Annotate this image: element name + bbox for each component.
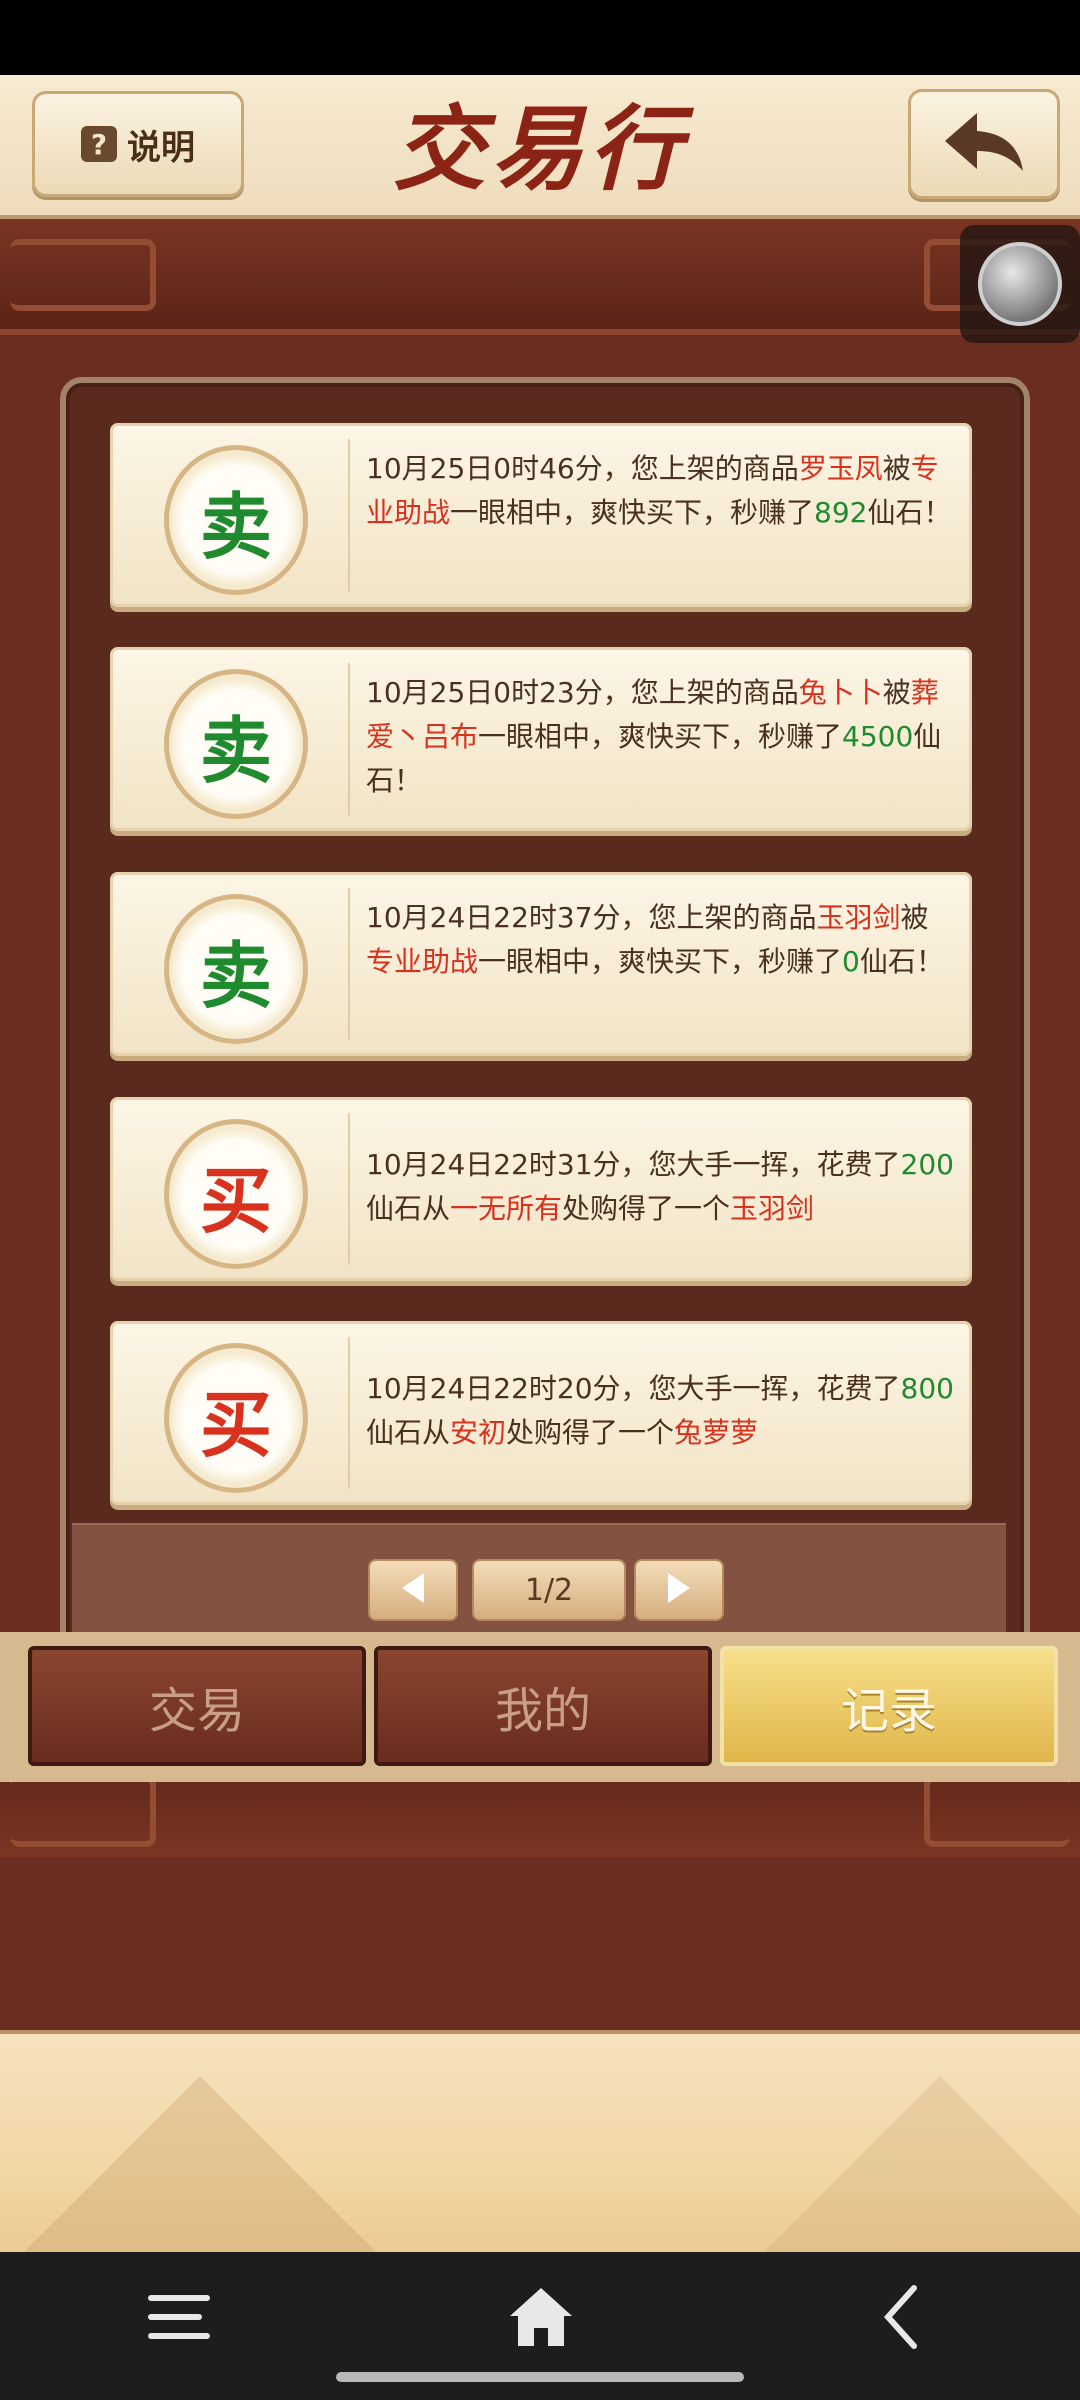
gesture-pill[interactable] — [336, 2372, 744, 2382]
frame-ornament-left — [10, 1775, 156, 1847]
record-card: 卖 10月25日0时23分，您上架的商品兔卜卜被葬爱丶吕布一眼相中，爽快买下，秒赚… — [110, 647, 972, 831]
assistant-ball-icon — [978, 242, 1062, 326]
record-text: 10月25日0时23分，您上架的商品 — [366, 676, 799, 709]
record-highlight-name: 玉羽剑 — [730, 1192, 815, 1225]
record-text: 10月24日22时37分，您上架的商品 — [366, 901, 817, 934]
sell-seal-icon: 卖 — [164, 894, 308, 1044]
record-highlight-amount: 892 — [814, 496, 868, 529]
record-text: 一眼相中，爽快买下，秒赚了 — [478, 720, 843, 753]
nav-menu-button[interactable] — [124, 2274, 234, 2364]
page-indicator: 1/2 — [472, 1559, 626, 1621]
record-highlight-name: 兔卜卜 — [798, 676, 883, 709]
record-card: 买 10月24日22时20分，您大手一挥，花费了800 仙石从安初处购得了一个兔萝萝 — [110, 1321, 972, 1505]
tab-record[interactable]: 记录 — [720, 1646, 1058, 1766]
record-highlight-name: 玉羽剑 — [816, 901, 901, 934]
record-highlight-name: 专业助战 — [366, 945, 479, 978]
buy-seal-icon: 买 — [164, 1119, 308, 1269]
record-list-panel: 卖 10月25日0时46分，您上架的商品罗玉凤被专业助战一眼相中，爽快买下，秒赚了… — [60, 377, 1030, 1707]
tab-trade[interactable]: 交易 — [28, 1646, 366, 1766]
mountain-decoration — [760, 2076, 1080, 2256]
tab-mine[interactable]: 我的 — [374, 1646, 712, 1766]
record-text: 仙石从 — [366, 1192, 451, 1225]
record-card: 买 10月24日22时31分，您大手一挥，花费了200 仙石从一无所有处购得了一个玉… — [110, 1097, 972, 1281]
frame-ornament-left — [10, 239, 156, 311]
record-divider — [348, 1337, 350, 1489]
record-message: 10月25日0时23分，您上架的商品兔卜卜被葬爱丶吕布一眼相中，爽快买下，秒赚了… — [366, 671, 956, 803]
record-card: 卖 10月24日22时37分，您上架的商品玉羽剑被专业助战一眼相中，爽快买下，秒赚… — [110, 872, 972, 1056]
home-icon — [506, 2284, 576, 2354]
record-highlight-amount: 4500 — [842, 720, 914, 753]
record-text: 处购得了一个 — [506, 1416, 675, 1449]
status-bar — [0, 0, 1080, 75]
record-text: 被 — [882, 452, 911, 485]
record-highlight-name: 安初 — [450, 1416, 507, 1449]
record-text: 被 — [882, 676, 911, 709]
record-text: 10月24日22时31分，您大手一挥，花费了 — [366, 1148, 901, 1181]
record-divider — [348, 888, 350, 1040]
record-highlight-amount: 200 — [900, 1148, 954, 1181]
record-text: 处购得了一个 — [562, 1192, 731, 1225]
page-title: 交易行 — [392, 94, 687, 203]
record-text: 10月25日0时46分，您上架的商品 — [366, 452, 799, 485]
system-nav-bar — [0, 2252, 1080, 2400]
help-label: 说明 — [127, 127, 195, 168]
help-button[interactable]: ? 说明 — [32, 91, 244, 197]
back-button[interactable] — [908, 89, 1060, 199]
app-header: ? 说明 交易行 — [0, 75, 1080, 219]
record-message: 10月25日0时46分，您上架的商品罗玉凤被专业助战一眼相中，爽快买下，秒赚了8… — [366, 447, 956, 535]
record-divider — [348, 663, 350, 815]
record-text: 一眼相中，爽快买下，秒赚了 — [450, 496, 815, 529]
sell-seal-icon: 卖 — [164, 669, 308, 819]
prev-page-button[interactable] — [368, 1559, 458, 1621]
record-highlight-amount: 0 — [842, 945, 860, 978]
chevron-left-icon — [876, 2282, 926, 2356]
frame-top-ornament — [0, 219, 1080, 335]
record-text: 被 — [900, 901, 929, 934]
record-divider — [348, 1113, 350, 1265]
record-text: 仙石从 — [366, 1416, 451, 1449]
triangle-right-icon — [664, 1571, 694, 1609]
sell-seal-icon: 卖 — [164, 445, 308, 595]
back-arrow-icon — [939, 107, 1029, 181]
record-highlight-name: 兔萝萝 — [674, 1416, 759, 1449]
record-text: 仙石！ — [867, 496, 952, 529]
record-text: 一眼相中，爽快买下，秒赚了 — [478, 945, 843, 978]
next-page-button[interactable] — [634, 1559, 724, 1621]
record-text: 仙石！ — [859, 945, 944, 978]
nav-home-button[interactable] — [486, 2274, 596, 2364]
record-highlight-name: 一无所有 — [450, 1192, 563, 1225]
hamburger-menu-icon — [144, 2287, 214, 2351]
nav-back-button[interactable] — [846, 2274, 956, 2364]
record-message: 10月24日22时37分，您上架的商品玉羽剑被专业助战一眼相中，爽快买下，秒赚了… — [366, 896, 956, 984]
record-divider — [348, 439, 350, 591]
record-highlight-amount: 800 — [900, 1372, 954, 1405]
record-highlight-name: 罗玉凤 — [798, 452, 883, 485]
question-icon: ? — [81, 126, 117, 162]
record-card: 卖 10月25日0时46分，您上架的商品罗玉凤被专业助战一眼相中，爽快买下，秒赚了… — [110, 423, 972, 607]
floating-assistant-button[interactable] — [960, 225, 1080, 343]
record-message: 10月24日22时20分，您大手一挥，花费了800 仙石从安初处购得了一个兔萝萝 — [366, 1367, 956, 1455]
record-message: 10月24日22时31分，您大手一挥，花费了200 仙石从一无所有处购得了一个玉羽… — [366, 1143, 956, 1231]
frame-ornament-right — [924, 1775, 1070, 1847]
mountain-decoration — [20, 2076, 380, 2256]
triangle-left-icon — [398, 1571, 428, 1609]
buy-seal-icon: 买 — [164, 1343, 308, 1493]
record-text: 10月24日22时20分，您大手一挥，花费了 — [366, 1372, 901, 1405]
decorative-scenery — [0, 2030, 1080, 2256]
bottom-tab-strip: 交易 我的 记录 — [0, 1632, 1080, 1782]
